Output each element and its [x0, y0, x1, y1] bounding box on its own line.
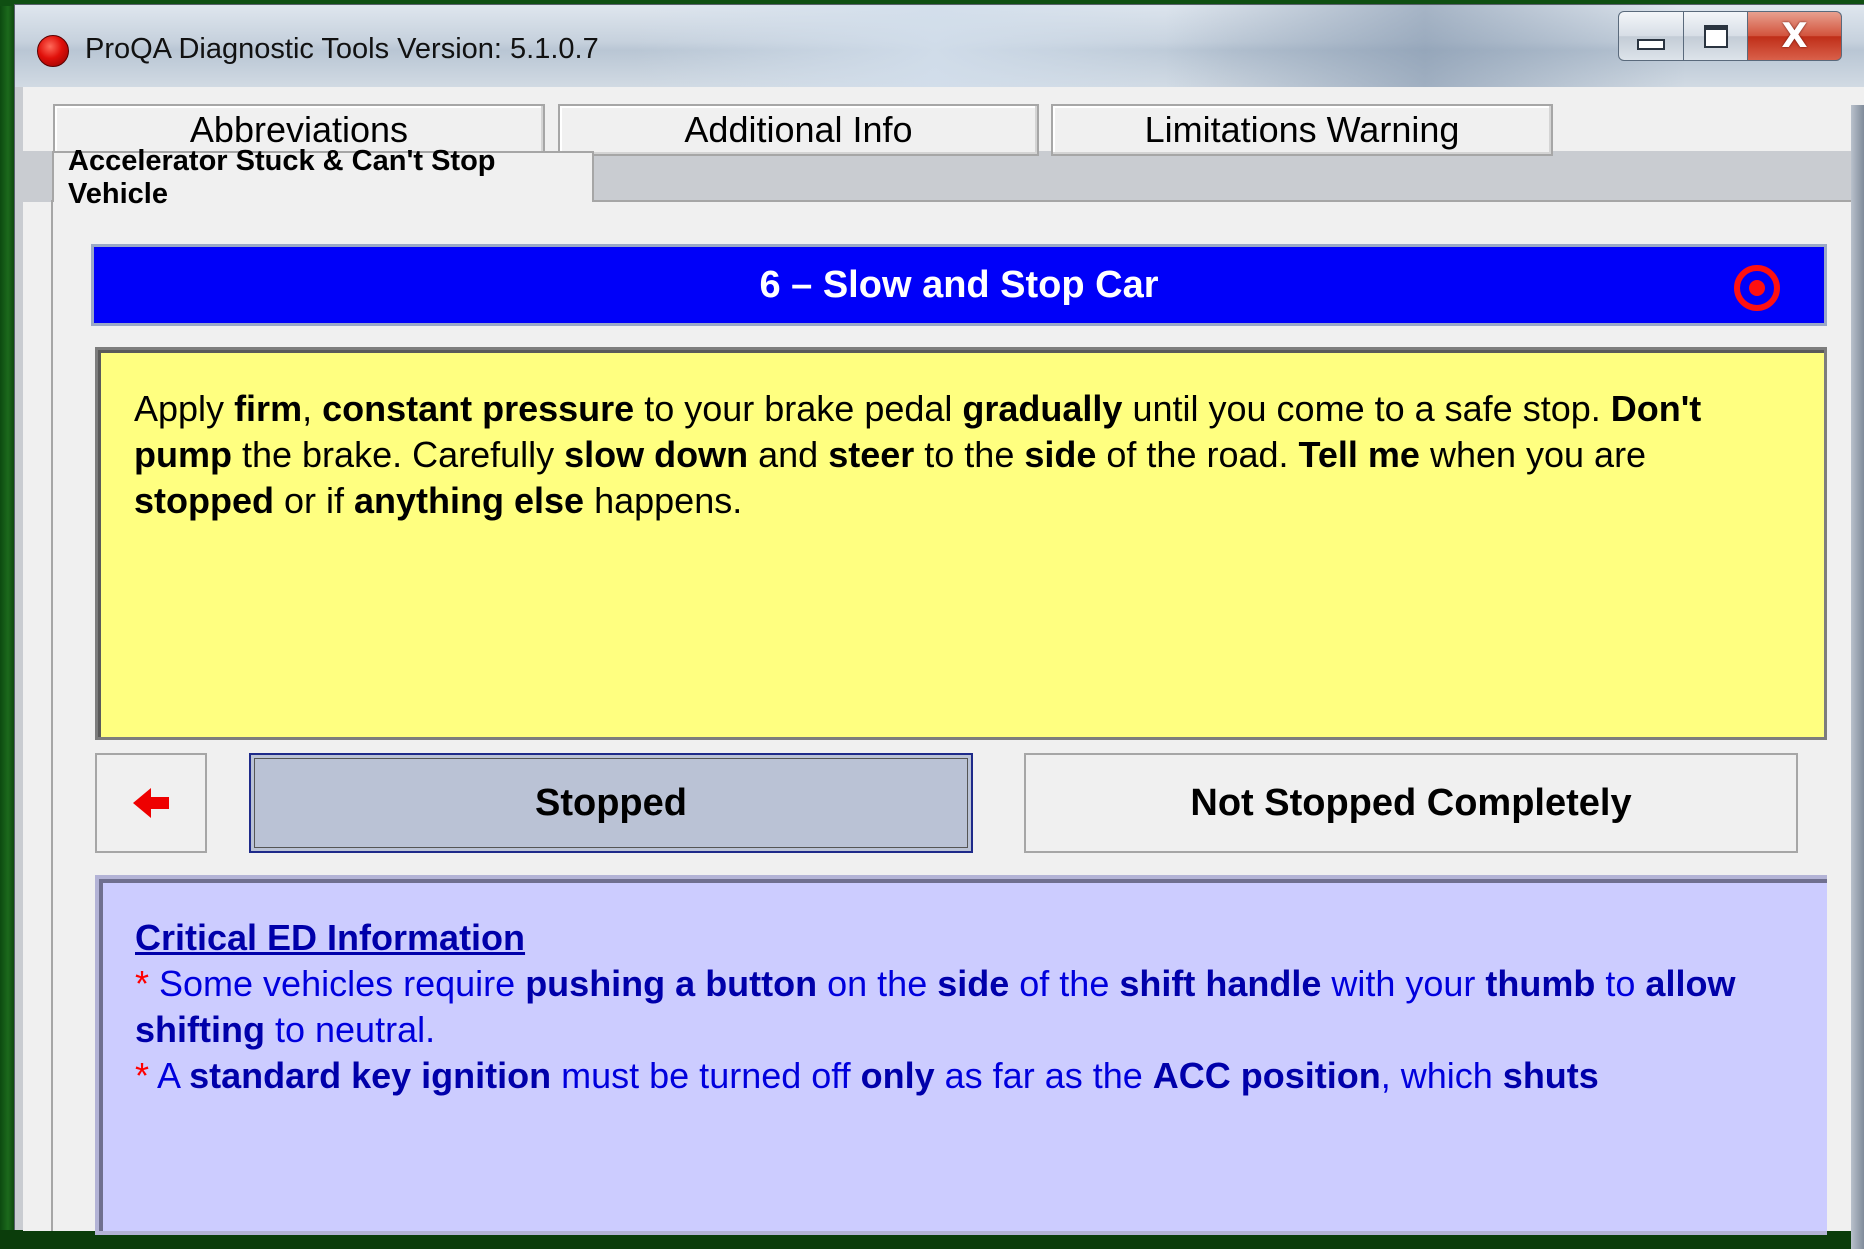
- instruction-keyword: Tell me: [1298, 434, 1420, 475]
- instruction-keyword: slow down: [564, 434, 749, 475]
- instruction-keyword: constant pressure: [322, 388, 635, 429]
- instruction-keyword: anything else: [354, 480, 585, 521]
- instruction-fragment: until you come to a safe stop.: [1122, 388, 1611, 429]
- critical-info-fragment: to: [1595, 963, 1646, 1004]
- critical-info-fragment: on the: [817, 963, 938, 1004]
- bullet-star: *: [135, 1055, 158, 1096]
- critical-info-line: * A standard key ignition must be turned…: [135, 1053, 1803, 1099]
- critical-info-keyword: pushing a button: [525, 963, 818, 1004]
- minimize-button[interactable]: [1618, 11, 1684, 61]
- critical-info-fragment: as far as the: [934, 1055, 1153, 1096]
- instruction-keyword: steer: [828, 434, 915, 475]
- critical-info-fragment: with your: [1321, 963, 1486, 1004]
- maximize-button[interactable]: [1684, 11, 1748, 61]
- title-bar-glass: [635, 5, 1235, 87]
- critical-info-line: * Some vehicles require pushing a button…: [135, 961, 1803, 1053]
- back-button[interactable]: [95, 753, 207, 853]
- step-title: 6 – Slow and Stop Car: [759, 263, 1159, 306]
- critical-info-fragment: of the: [1009, 963, 1120, 1004]
- step-header: 6 – Slow and Stop Car: [91, 244, 1827, 326]
- window-title: ProQA Diagnostic Tools Version: 5.1.0.7: [85, 33, 599, 65]
- critical-info-keyword: side: [937, 963, 1010, 1004]
- instruction-keyword: gradually: [962, 388, 1123, 429]
- limitations-warning-button[interactable]: Limitations Warning: [1051, 104, 1553, 156]
- client-area: Abbreviations Additional Info Limitation…: [23, 87, 1864, 1235]
- app-icon[interactable]: [37, 35, 69, 67]
- critical-info-title: Critical ED Information: [135, 917, 526, 958]
- instruction-text: Apply firm, constant pressure to your br…: [95, 347, 1827, 740]
- window-controls: X: [1618, 11, 1842, 63]
- title-bar[interactable]: ProQA Diagnostic Tools Version: 5.1.0.7 …: [15, 5, 1864, 87]
- instruction-keyword: stopped: [134, 480, 274, 521]
- critical-info-keyword: shift handle: [1119, 963, 1322, 1004]
- critical-info-keyword: standard key ignition: [189, 1055, 552, 1096]
- critical-ed-information-panel: Critical ED Information * Some vehicles …: [95, 875, 1827, 1235]
- arrow-left-icon: [133, 788, 169, 818]
- critical-info-keyword: ACC position: [1152, 1055, 1381, 1096]
- maximize-icon: [1703, 24, 1728, 48]
- instruction-fragment: of the road.: [1096, 434, 1299, 475]
- critical-info-lines: * Some vehicles require pushing a button…: [135, 961, 1803, 1099]
- title-bar-glass-dark: [1165, 5, 1685, 87]
- instruction-fragment: to the: [914, 434, 1025, 475]
- critical-info-fragment: , which: [1380, 1055, 1503, 1096]
- instruction-fragment: the brake. Carefully: [231, 434, 565, 475]
- instruction-fragment: happens.: [584, 480, 743, 521]
- tab-accelerator-stuck[interactable]: Accelerator Stuck & Can't Stop Vehicle: [52, 145, 594, 210]
- instruction-keyword: side: [1024, 434, 1097, 475]
- instruction-keyword: firm: [234, 388, 303, 429]
- additional-info-button[interactable]: Additional Info: [558, 104, 1039, 156]
- stopped-button[interactable]: Stopped: [249, 753, 973, 853]
- critical-info-keyword: shuts: [1502, 1055, 1599, 1096]
- window-right-edge: [1851, 105, 1864, 1249]
- not-stopped-completely-button[interactable]: Not Stopped Completely: [1024, 753, 1798, 853]
- critical-info-keyword: only: [860, 1055, 935, 1096]
- instruction-fragment: to your brake pedal: [634, 388, 963, 429]
- critical-info-keyword: thumb: [1485, 963, 1596, 1004]
- instruction-fragment: ,: [302, 388, 323, 429]
- critical-info-fragment: A: [157, 1055, 190, 1096]
- bullet-star: *: [135, 963, 160, 1004]
- critical-info-fragment: must be turned off: [551, 1055, 861, 1096]
- instruction-fragment: when you are: [1419, 434, 1647, 475]
- close-button[interactable]: X: [1748, 11, 1842, 61]
- instruction-fragment: Apply: [134, 388, 235, 429]
- instruction-fragment: and: [748, 434, 829, 475]
- close-icon: X: [1781, 16, 1808, 56]
- critical-info-fragment: to neutral.: [264, 1009, 436, 1050]
- minimize-icon: [1637, 38, 1665, 50]
- app-window: ProQA Diagnostic Tools Version: 5.1.0.7 …: [14, 4, 1864, 1249]
- critical-info-fragment: Some vehicles require: [159, 963, 526, 1004]
- target-icon[interactable]: [1734, 265, 1780, 311]
- instruction-fragment: or if: [274, 480, 355, 521]
